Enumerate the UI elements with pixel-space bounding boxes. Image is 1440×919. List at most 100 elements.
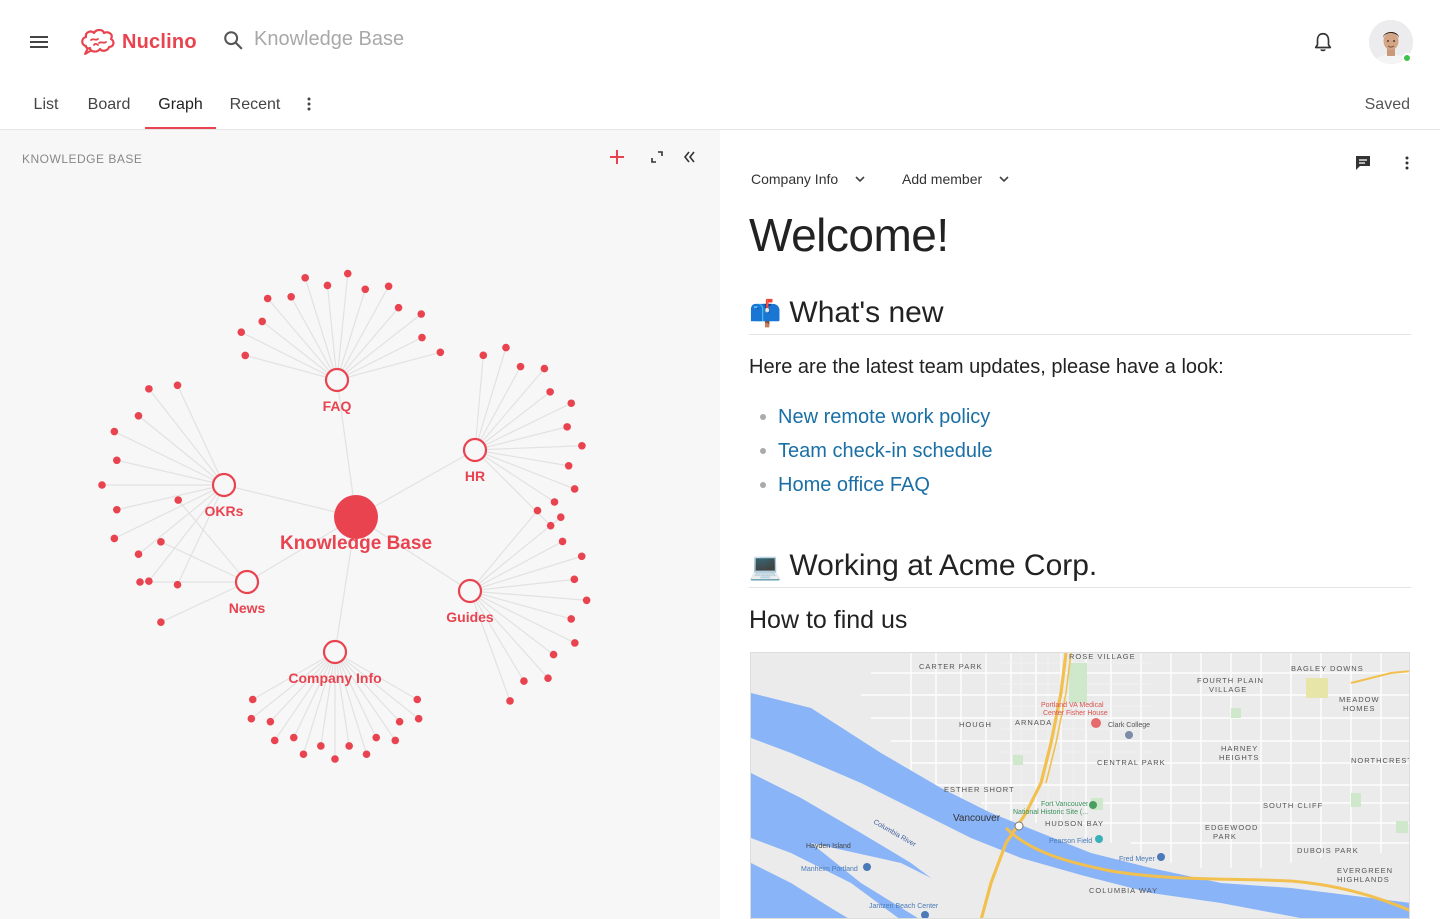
menu-icon[interactable] <box>30 36 48 50</box>
graph-leaf-node[interactable] <box>248 695 257 704</box>
graph-leaf-node[interactable] <box>113 456 121 465</box>
graph-leaf-node[interactable] <box>546 521 555 530</box>
graph-leaf-node[interactable] <box>550 498 559 506</box>
graph-leaf-node[interactable] <box>533 506 542 515</box>
graph-leaf-node[interactable] <box>506 697 514 705</box>
graph-leaf-node[interactable] <box>578 441 586 450</box>
graph-leaf-node[interactable] <box>237 328 246 336</box>
graph-leaf-node[interactable] <box>174 496 183 504</box>
graph-leaf-node[interactable] <box>546 388 554 396</box>
graph-leaf-node[interactable] <box>157 538 165 546</box>
graph-leaf-node[interactable] <box>391 736 400 745</box>
graph-node-hr[interactable] <box>462 437 488 463</box>
graph-node-news[interactable] <box>234 569 260 595</box>
graph-leaf-node[interactable] <box>520 677 528 685</box>
graph-leaf-node[interactable] <box>173 580 182 589</box>
graph-node-faq[interactable] <box>324 367 350 393</box>
graph-leaf-node[interactable] <box>113 505 121 514</box>
add-item-button[interactable] <box>608 148 626 171</box>
graph-leaf-node[interactable] <box>564 461 573 470</box>
graph-leaf-node[interactable] <box>567 399 576 408</box>
graph-leaf-node[interactable] <box>343 269 352 278</box>
graph-leaf-node[interactable] <box>263 294 272 303</box>
tab-list[interactable]: List <box>26 84 66 129</box>
graph-node-label[interactable]: OKRs <box>205 503 244 519</box>
graph-leaf-node[interactable] <box>134 550 143 559</box>
graph-leaf-node[interactable] <box>558 537 567 546</box>
location-map[interactable]: CARTER PARK ROSE VILLAGE BAGLEY DOWNS FO… <box>750 652 1410 919</box>
graph-leaf-node[interactable] <box>361 285 370 294</box>
link-text[interactable]: Team check-in schedule <box>778 434 993 468</box>
graph-leaf-node[interactable] <box>110 534 119 543</box>
graph-leaf-node[interactable] <box>289 733 298 742</box>
graph-node-label[interactable]: Company Info <box>288 670 381 686</box>
graph-leaf-node[interactable] <box>287 292 295 301</box>
graph-leaf-node[interactable] <box>418 333 426 342</box>
graph-leaf-node[interactable] <box>110 427 119 436</box>
graph-leaf-node[interactable] <box>479 351 488 360</box>
graph-leaf-node[interactable] <box>570 485 579 493</box>
graph-leaf-node[interactable] <box>516 362 525 371</box>
collapse-panel-button[interactable] <box>680 148 698 171</box>
graph-leaf-node[interactable] <box>331 755 339 763</box>
graph-leaf-node[interactable] <box>145 577 153 585</box>
workspace-selector[interactable]: Company Info <box>751 171 866 187</box>
graph-leaf-node[interactable] <box>98 481 106 489</box>
graph-leaf-node[interactable] <box>563 423 571 431</box>
graph-leaf-node[interactable] <box>301 274 309 282</box>
graph-leaf-node[interactable] <box>136 578 144 586</box>
graph-leaf-node[interactable] <box>345 742 353 750</box>
graph-node-label[interactable]: HR <box>465 468 485 484</box>
link-check-in-schedule[interactable]: Team check-in schedule <box>760 434 993 468</box>
comments-button[interactable] <box>1354 154 1372 177</box>
graph-leaf-node[interactable] <box>577 552 586 561</box>
graph-root-label[interactable]: Knowledge Base <box>280 533 432 554</box>
graph-leaf-node[interactable] <box>395 717 404 726</box>
add-member-selector[interactable]: Add member <box>902 171 1010 187</box>
graph-leaf-node[interactable] <box>414 714 423 723</box>
graph-leaf-node[interactable] <box>134 411 143 420</box>
search-bar[interactable] <box>222 28 554 51</box>
expand-button[interactable] <box>648 148 666 171</box>
graph-leaf-node[interactable] <box>299 750 308 759</box>
graph-leaf-node[interactable] <box>413 695 422 704</box>
link-home-office-faq[interactable]: Home office FAQ <box>760 468 993 502</box>
user-avatar[interactable] <box>1369 20 1413 64</box>
graph-leaf-node[interactable] <box>258 317 267 326</box>
graph-node-label[interactable]: Guides <box>446 609 494 625</box>
graph-leaf-node[interactable] <box>384 282 393 291</box>
notifications-bell-icon[interactable] <box>1312 30 1334 59</box>
graph-leaf-node[interactable] <box>540 364 549 373</box>
graph-leaf-node[interactable] <box>362 750 371 759</box>
link-text[interactable]: New remote work policy <box>778 400 990 434</box>
graph-leaf-node[interactable] <box>317 742 325 750</box>
graph-leaf-node[interactable] <box>417 310 426 318</box>
tab-recent[interactable]: Recent <box>225 84 285 129</box>
graph-node-company-info[interactable] <box>322 639 348 665</box>
link-text[interactable]: Home office FAQ <box>778 468 930 502</box>
graph-leaf-node[interactable] <box>436 348 445 357</box>
graph-node-guides[interactable] <box>457 578 483 604</box>
graph-leaf-node[interactable] <box>570 575 579 584</box>
search-input[interactable] <box>254 28 554 51</box>
graph-leaf-node[interactable] <box>557 513 565 522</box>
graph-node-okrs[interactable] <box>211 472 237 498</box>
graph-leaf-node[interactable] <box>394 303 403 312</box>
more-tabs-icon[interactable] <box>302 96 316 112</box>
graph-leaf-node[interactable] <box>549 650 558 659</box>
graph-leaf-node[interactable] <box>323 281 332 290</box>
graph-leaf-node[interactable] <box>372 733 381 742</box>
tab-graph[interactable]: Graph <box>145 84 216 129</box>
graph-leaf-node[interactable] <box>247 714 256 723</box>
graph-leaf-node[interactable] <box>582 596 591 605</box>
link-remote-work-policy[interactable]: New remote work policy <box>760 400 993 434</box>
graph-leaf-node[interactable] <box>502 343 510 352</box>
graph-leaf-node[interactable] <box>567 615 576 623</box>
graph-node-label[interactable]: FAQ <box>323 398 352 414</box>
graph-leaf-node[interactable] <box>145 385 153 393</box>
graph-leaf-node[interactable] <box>241 351 250 360</box>
knowledge-graph[interactable]: FAQ HR OKRs News Guides Company Info Knowledge… <box>0 130 720 919</box>
tab-board[interactable]: Board <box>82 84 136 129</box>
nuclino-logo[interactable]: Nuclino <box>80 27 197 57</box>
graph-leaf-node[interactable] <box>266 717 275 726</box>
